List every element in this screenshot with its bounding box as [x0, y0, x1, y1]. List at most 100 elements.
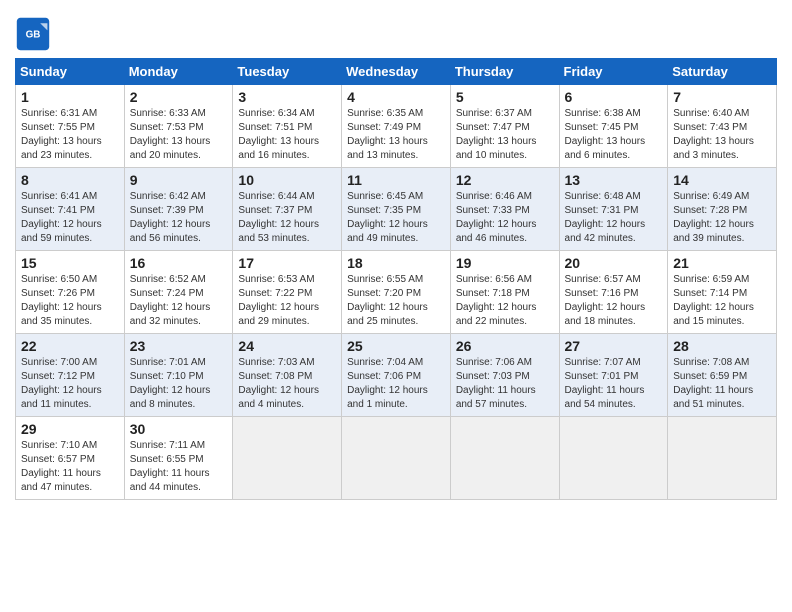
calendar-cell: 3 Sunrise: 6:34 AM Sunset: 7:51 PM Daylig…: [233, 85, 342, 168]
day-info: Sunrise: 6:53 AM Sunset: 7:22 PM Dayligh…: [238, 273, 337, 329]
day-number: 5: [456, 89, 555, 105]
day-number: 19: [456, 255, 555, 271]
calendar-cell: [450, 417, 559, 500]
calendar-cell: 8 Sunrise: 6:41 AM Sunset: 7:41 PM Daylig…: [16, 168, 125, 251]
calendar-header: SundayMondayTuesdayWednesdayThursdayFrid…: [16, 59, 777, 85]
calendar-cell: 13 Sunrise: 6:48 AM Sunset: 7:31 PM Dayli…: [559, 168, 668, 251]
svg-text:GB: GB: [26, 30, 41, 41]
day-number: 1: [21, 89, 120, 105]
day-number: 16: [130, 255, 229, 271]
calendar-cell: [668, 417, 777, 500]
day-number: 2: [130, 89, 229, 105]
day-number: 26: [456, 338, 555, 354]
day-number: 10: [238, 172, 337, 188]
calendar-cell: 7 Sunrise: 6:40 AM Sunset: 7:43 PM Daylig…: [668, 85, 777, 168]
calendar-cell: 11 Sunrise: 6:45 AM Sunset: 7:35 PM Dayli…: [342, 168, 451, 251]
calendar-cell: 14 Sunrise: 6:49 AM Sunset: 7:28 PM Dayli…: [668, 168, 777, 251]
day-header-thursday: Thursday: [450, 59, 559, 85]
calendar-cell: 12 Sunrise: 6:46 AM Sunset: 7:33 PM Dayli…: [450, 168, 559, 251]
calendar-week-5: 29Sunrise: 7:10 AM Sunset: 6:57 PM Dayli…: [16, 417, 777, 500]
day-number: 8: [21, 172, 120, 188]
day-info: Sunrise: 6:34 AM Sunset: 7:51 PM Dayligh…: [238, 107, 337, 163]
day-number: 25: [347, 338, 446, 354]
calendar-cell: 20 Sunrise: 6:57 AM Sunset: 7:16 PM Dayli…: [559, 251, 668, 334]
day-number: 9: [130, 172, 229, 188]
day-number: 14: [673, 172, 772, 188]
calendar-week-2: 8 Sunrise: 6:41 AM Sunset: 7:41 PM Daylig…: [16, 168, 777, 251]
day-number: 24: [238, 338, 337, 354]
logo-icon: GB: [15, 16, 51, 52]
calendar-cell: 6Sunrise: 6:38 AM Sunset: 7:45 PM Daylig…: [559, 85, 668, 168]
day-info: Sunrise: 6:44 AM Sunset: 7:37 PM Dayligh…: [238, 190, 337, 246]
calendar-cell: 19 Sunrise: 6:56 AM Sunset: 7:18 PM Dayli…: [450, 251, 559, 334]
calendar-week-3: 15 Sunrise: 6:50 AM Sunset: 7:26 PM Dayli…: [16, 251, 777, 334]
calendar-cell: 15 Sunrise: 6:50 AM Sunset: 7:26 PM Dayli…: [16, 251, 125, 334]
day-info: Sunrise: 6:35 AM Sunset: 7:49 PM Dayligh…: [347, 107, 446, 163]
calendar-cell: [559, 417, 668, 500]
calendar-cell: 9 Sunrise: 6:42 AM Sunset: 7:39 PM Daylig…: [124, 168, 233, 251]
day-header-wednesday: Wednesday: [342, 59, 451, 85]
day-number: 27: [565, 338, 664, 354]
day-number: 18: [347, 255, 446, 271]
day-info: Sunrise: 6:56 AM Sunset: 7:18 PM Dayligh…: [456, 273, 555, 329]
day-number: 3: [238, 89, 337, 105]
calendar-cell: 16 Sunrise: 6:52 AM Sunset: 7:24 PM Dayli…: [124, 251, 233, 334]
calendar-cell: 10 Sunrise: 6:44 AM Sunset: 7:37 PM Dayli…: [233, 168, 342, 251]
day-number: 12: [456, 172, 555, 188]
calendar-cell: 23 Sunrise: 7:01 AM Sunset: 7:10 PM Dayli…: [124, 334, 233, 417]
calendar-cell: 30Sunrise: 7:11 AM Sunset: 6:55 PM Dayli…: [124, 417, 233, 500]
days-header-row: SundayMondayTuesdayWednesdayThursdayFrid…: [16, 59, 777, 85]
day-info: Sunrise: 6:57 AM Sunset: 7:16 PM Dayligh…: [565, 273, 664, 329]
day-number: 22: [21, 338, 120, 354]
day-info: Sunrise: 6:40 AM Sunset: 7:43 PM Dayligh…: [673, 107, 772, 163]
logo: GB: [15, 16, 55, 52]
calendar-week-4: 22Sunrise: 7:00 AM Sunset: 7:12 PM Dayli…: [16, 334, 777, 417]
day-info: Sunrise: 6:50 AM Sunset: 7:26 PM Dayligh…: [21, 273, 120, 329]
day-info: Sunrise: 6:31 AM Sunset: 7:55 PM Dayligh…: [21, 107, 120, 163]
calendar-cell: 17Sunrise: 6:53 AM Sunset: 7:22 PM Dayli…: [233, 251, 342, 334]
calendar-table: SundayMondayTuesdayWednesdayThursdayFrid…: [15, 58, 777, 500]
day-number: 28: [673, 338, 772, 354]
day-number: 7: [673, 89, 772, 105]
day-info: Sunrise: 7:11 AM Sunset: 6:55 PM Dayligh…: [130, 439, 229, 495]
calendar-cell: 18Sunrise: 6:55 AM Sunset: 7:20 PM Dayli…: [342, 251, 451, 334]
day-number: 13: [565, 172, 664, 188]
day-info: Sunrise: 6:49 AM Sunset: 7:28 PM Dayligh…: [673, 190, 772, 246]
day-info: Sunrise: 6:45 AM Sunset: 7:35 PM Dayligh…: [347, 190, 446, 246]
day-number: 21: [673, 255, 772, 271]
calendar-body: 1 Sunrise: 6:31 AM Sunset: 7:55 PM Daylig…: [16, 85, 777, 500]
calendar-cell: 24 Sunrise: 7:03 AM Sunset: 7:08 PM Dayli…: [233, 334, 342, 417]
day-number: 11: [347, 172, 446, 188]
calendar-cell: 2Sunrise: 6:33 AM Sunset: 7:53 PM Daylig…: [124, 85, 233, 168]
day-info: Sunrise: 7:08 AM Sunset: 6:59 PM Dayligh…: [673, 356, 772, 412]
day-info: Sunrise: 6:37 AM Sunset: 7:47 PM Dayligh…: [456, 107, 555, 163]
day-info: Sunrise: 6:42 AM Sunset: 7:39 PM Dayligh…: [130, 190, 229, 246]
day-info: Sunrise: 7:03 AM Sunset: 7:08 PM Dayligh…: [238, 356, 337, 412]
day-info: Sunrise: 6:52 AM Sunset: 7:24 PM Dayligh…: [130, 273, 229, 329]
calendar-cell: 22Sunrise: 7:00 AM Sunset: 7:12 PM Dayli…: [16, 334, 125, 417]
day-info: Sunrise: 6:59 AM Sunset: 7:14 PM Dayligh…: [673, 273, 772, 329]
day-info: Sunrise: 7:04 AM Sunset: 7:06 PM Dayligh…: [347, 356, 446, 412]
day-number: 23: [130, 338, 229, 354]
day-info: Sunrise: 6:41 AM Sunset: 7:41 PM Dayligh…: [21, 190, 120, 246]
day-number: 6: [565, 89, 664, 105]
calendar-cell: 1 Sunrise: 6:31 AM Sunset: 7:55 PM Daylig…: [16, 85, 125, 168]
calendar-cell: [342, 417, 451, 500]
day-header-sunday: Sunday: [16, 59, 125, 85]
calendar-cell: [233, 417, 342, 500]
calendar-cell: 4Sunrise: 6:35 AM Sunset: 7:49 PM Daylig…: [342, 85, 451, 168]
day-number: 20: [565, 255, 664, 271]
day-number: 15: [21, 255, 120, 271]
day-info: Sunrise: 6:46 AM Sunset: 7:33 PM Dayligh…: [456, 190, 555, 246]
calendar-cell: 29Sunrise: 7:10 AM Sunset: 6:57 PM Dayli…: [16, 417, 125, 500]
calendar-cell: 25 Sunrise: 7:04 AM Sunset: 7:06 PM Dayli…: [342, 334, 451, 417]
day-info: Sunrise: 7:06 AM Sunset: 7:03 PM Dayligh…: [456, 356, 555, 412]
day-header-saturday: Saturday: [668, 59, 777, 85]
day-info: Sunrise: 7:07 AM Sunset: 7:01 PM Dayligh…: [565, 356, 664, 412]
day-info: Sunrise: 7:10 AM Sunset: 6:57 PM Dayligh…: [21, 439, 120, 495]
calendar-cell: 26 Sunrise: 7:06 AM Sunset: 7:03 PM Dayli…: [450, 334, 559, 417]
day-info: Sunrise: 6:48 AM Sunset: 7:31 PM Dayligh…: [565, 190, 664, 246]
day-header-tuesday: Tuesday: [233, 59, 342, 85]
day-info: Sunrise: 7:01 AM Sunset: 7:10 PM Dayligh…: [130, 356, 229, 412]
calendar-cell: 27 Sunrise: 7:07 AM Sunset: 7:01 PM Dayli…: [559, 334, 668, 417]
